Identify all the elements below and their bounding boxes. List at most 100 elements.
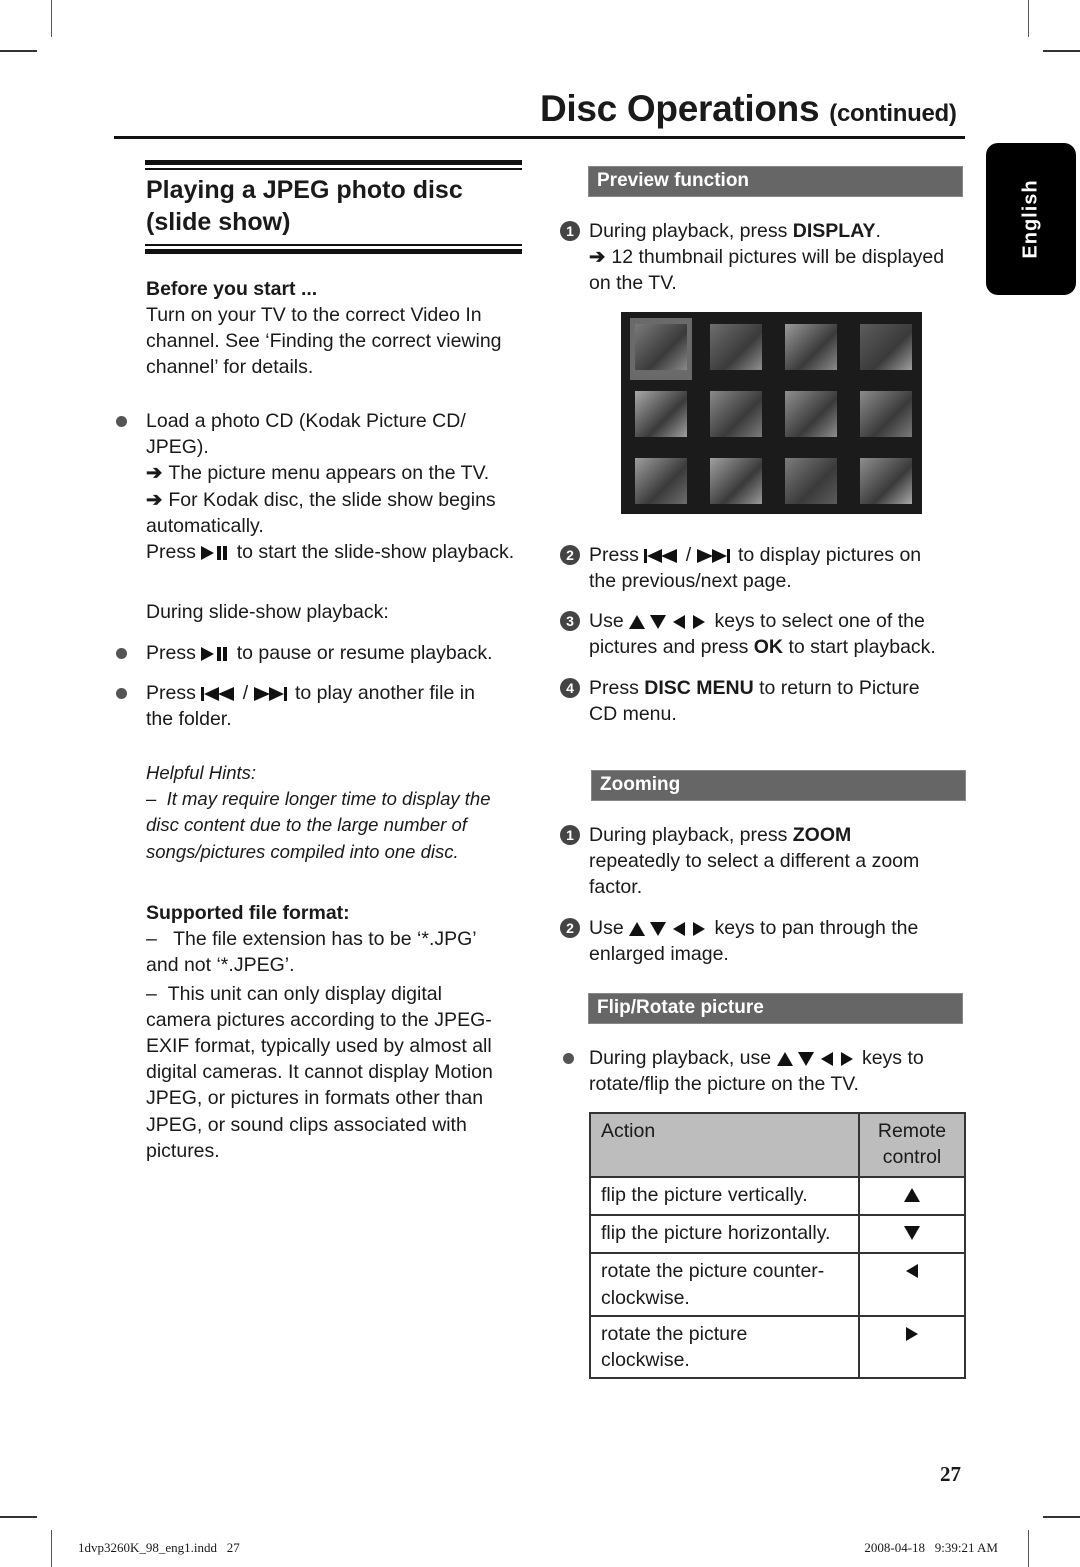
- arrow-up-icon: [904, 1188, 920, 1202]
- thumbnail-picture[interactable]: [710, 324, 762, 370]
- thumbnail-picture[interactable]: [860, 391, 912, 437]
- step-text: During playback, use: [589, 1047, 772, 1069]
- next-icon: [253, 686, 287, 701]
- punct: .: [875, 220, 881, 242]
- play-pause-icon: [201, 545, 228, 560]
- page-title-text: Disc Operations: [540, 88, 820, 129]
- header-text: control: [882, 1146, 942, 1169]
- preview-heading: Preview function: [597, 170, 750, 191]
- dash: –: [146, 928, 157, 951]
- press-post-text: to start the slide-show playback.: [236, 541, 515, 564]
- skip-line2: the folder.: [146, 708, 232, 731]
- arrow-right-icon: ➔: [146, 462, 163, 485]
- crop-mark: [1028, 0, 1029, 37]
- thumbnail-picture[interactable]: [635, 391, 687, 437]
- step-text: pictures and press: [589, 636, 749, 659]
- step-number-icon: 2: [560, 545, 580, 565]
- step-number-icon: 4: [560, 678, 580, 698]
- dash: –: [146, 982, 157, 1005]
- arrow-left-icon: [906, 1264, 918, 1279]
- arrow-keys-icon: [629, 614, 706, 629]
- bullet-icon: [116, 416, 127, 427]
- remote-cell: [858, 1314, 966, 1380]
- format-item2a: This unit can only display digital: [167, 982, 442, 1005]
- thumbnail-picture[interactable]: [635, 324, 687, 370]
- format-item1a: The file extension has to be ‘*.JPG’: [173, 928, 477, 951]
- step-text: Press: [589, 544, 639, 566]
- hints-heading: Helpful Hints:: [146, 762, 257, 783]
- hint-line2: disc content due to the large number of: [146, 814, 467, 836]
- section-rule-bottom: [145, 249, 522, 254]
- preview-step4: Press DISC MENU to return to Picture CD …: [589, 675, 969, 727]
- step-text: Use: [589, 917, 624, 939]
- during-slideshow-label: During slide-show playback:: [146, 601, 389, 623]
- load-result2b: automatically.: [146, 514, 264, 537]
- step-number-icon: 1: [560, 221, 580, 241]
- load-disc-item: Load a photo CD (Kodak Picture CD/ JPEG)…: [146, 408, 526, 565]
- crop-mark: [1043, 1516, 1080, 1518]
- thumbnail-picture[interactable]: [635, 458, 687, 504]
- thumbnail-picture[interactable]: [785, 458, 837, 504]
- flip-rotate-table: Action Remote control flip the picture ve…: [589, 1112, 966, 1380]
- arrow-down-icon: [904, 1226, 920, 1241]
- remote-cell: [858, 1214, 966, 1255]
- action-cell: flip the picture horizontally.: [589, 1214, 860, 1255]
- table-row: flip the picture horizontally.: [589, 1214, 966, 1255]
- step-text: Use: [589, 610, 624, 632]
- zooming-heading: Zooming: [600, 774, 681, 795]
- step-text: to return to Picture: [759, 677, 920, 699]
- thumbnail-picture[interactable]: [710, 458, 762, 504]
- action-text: flip the picture horizontally.: [601, 1222, 831, 1245]
- header-text: Remote: [877, 1120, 947, 1142]
- zooming-heading-bar: Zooming: [591, 770, 966, 801]
- action-cell: rotate the picture counter-clockwise.: [589, 1252, 860, 1317]
- column-header-remote: Remote control: [858, 1112, 966, 1178]
- next-icon: [696, 548, 730, 563]
- step-result: 12 thumbnail pictures will be displayed: [611, 246, 945, 269]
- step-result-line2: on the TV.: [589, 272, 677, 295]
- play-pause-icon: [201, 646, 228, 661]
- thumbnail-picture[interactable]: [860, 458, 912, 504]
- section-rule-top-thin: [145, 168, 522, 170]
- language-tab-label: English: [1019, 179, 1042, 259]
- arrow-right-icon: [906, 1326, 918, 1341]
- step-number-icon: 1: [560, 825, 580, 845]
- step-text: to start playback.: [788, 636, 936, 659]
- dash: –: [146, 788, 157, 810]
- preview-step2: Press / to display pictures on the previ…: [589, 542, 969, 594]
- supported-formats: Supported file format: – The file extens…: [146, 900, 526, 1164]
- arrow-keys-icon: [629, 921, 706, 936]
- action-text: rotate the picture counter-: [601, 1260, 825, 1283]
- table-header-row: Action Remote control: [589, 1112, 966, 1178]
- bullet-icon: [563, 1053, 574, 1064]
- thumbnail-picture[interactable]: [860, 324, 912, 370]
- key-display: DISPLAY: [792, 220, 876, 242]
- thumbnail-picture[interactable]: [785, 324, 837, 370]
- thumbnail-picture[interactable]: [710, 391, 762, 437]
- hint-line3: songs/pictures compiled into one disc.: [146, 840, 459, 862]
- skip-item: Press / to play another file in the fold…: [146, 680, 526, 732]
- step-number-icon: 2: [560, 918, 580, 938]
- footer-timestamp: 2008-04-18 9:39:21 AM: [864, 1540, 998, 1555]
- remote-cell: [858, 1252, 966, 1317]
- press-text: Press: [146, 642, 196, 664]
- page-title: Disc Operations (continued): [540, 88, 957, 130]
- action-text-line2: clockwise.: [601, 1349, 690, 1372]
- table-row: rotate the picture clockwise.: [589, 1314, 966, 1380]
- thumbnail-picture[interactable]: [785, 391, 837, 437]
- pause-text: to pause or resume playback.: [236, 642, 493, 664]
- preview-step1: During playback, press DISPLAY. ➔ 12 thum…: [589, 218, 969, 297]
- skip-text: to play another file in: [294, 682, 475, 704]
- title-rule: [114, 136, 965, 139]
- table-row: rotate the picture counter-clockwise.: [589, 1252, 966, 1317]
- column-header-action: Action: [589, 1112, 860, 1178]
- step-text: Press: [589, 677, 639, 699]
- bullet-icon: [116, 688, 127, 699]
- section-rule-bottom-thin: [145, 244, 522, 246]
- pause-item: Press to pause or resume playback.: [146, 640, 493, 666]
- before-start-text: Turn on your TV to the correct Video In …: [146, 304, 502, 379]
- crop-mark: [0, 1516, 37, 1518]
- preview-step3: Use keys to select one of the pictures a…: [589, 608, 969, 660]
- table-row: flip the picture vertically.: [589, 1175, 966, 1217]
- arrow-right-icon: ➔: [146, 488, 163, 511]
